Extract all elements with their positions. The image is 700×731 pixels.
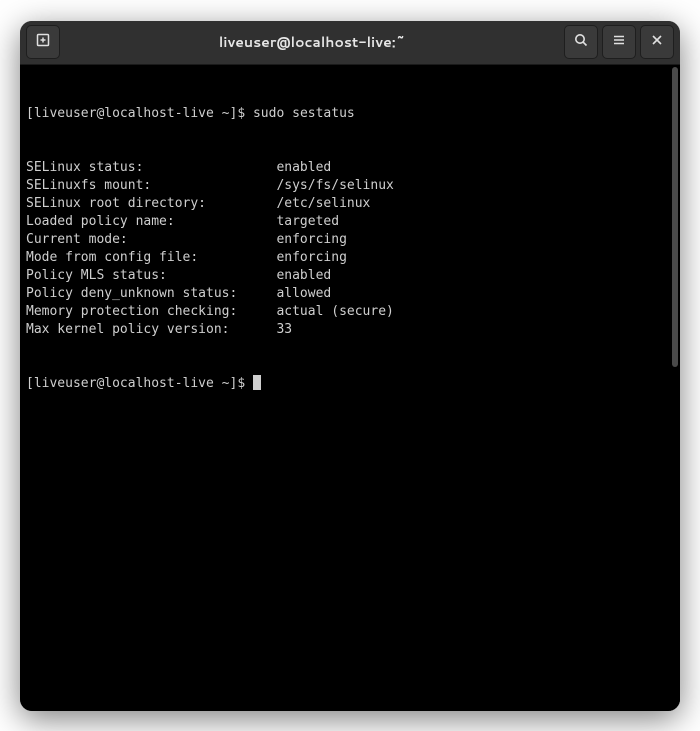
output-value: enabled (276, 268, 331, 283)
output-label: Policy deny_unknown status: (26, 286, 276, 301)
window-title: liveuser@localhost-live:~ (60, 32, 564, 52)
titlebar-right (564, 25, 674, 59)
terminal-content[interactable]: [liveuser@localhost-live ~]$ sudo sestat… (20, 65, 670, 711)
output-label: SELinuxfs mount: (26, 178, 276, 193)
search-icon (573, 32, 589, 52)
output-label: Max kernel policy version: (26, 322, 276, 337)
output-label: Memory protection checking: (26, 304, 276, 319)
prompt-line-1: [liveuser@localhost-live ~]$ sudo sestat… (26, 105, 668, 123)
output-value: /etc/selinux (276, 196, 370, 211)
output-label: Current mode: (26, 232, 276, 247)
output-row: SELinuxfs mount: /sys/fs/selinux (26, 177, 668, 195)
titlebar: liveuser@localhost-live:~ (20, 21, 680, 65)
cursor (253, 375, 261, 390)
search-button[interactable] (564, 25, 598, 59)
output-row: Policy deny_unknown status: allowed (26, 285, 668, 303)
output-value: enabled (276, 160, 331, 175)
command-output: SELinux status: enabledSELinuxfs mount: … (26, 159, 668, 339)
output-value: /sys/fs/selinux (276, 178, 393, 193)
output-row: Policy MLS status: enabled (26, 267, 668, 285)
prompt-text: [liveuser@localhost-live ~]$ (26, 106, 253, 121)
output-row: Current mode: enforcing (26, 231, 668, 249)
titlebar-left (26, 25, 60, 59)
output-value: enforcing (276, 232, 346, 247)
hamburger-icon (611, 32, 627, 52)
output-label: Policy MLS status: (26, 268, 276, 283)
output-row: Memory protection checking: actual (secu… (26, 303, 668, 321)
output-label: SELinux root directory: (26, 196, 276, 211)
output-value: targeted (276, 214, 339, 229)
menu-button[interactable] (602, 25, 636, 59)
output-value: 33 (276, 322, 292, 337)
output-row: SELinux status: enabled (26, 159, 668, 177)
prompt-text-2: [liveuser@localhost-live ~]$ (26, 376, 253, 391)
scrollbar[interactable] (670, 65, 680, 711)
output-label: Mode from config file: (26, 250, 276, 265)
close-icon (649, 32, 665, 52)
output-row: Max kernel policy version: 33 (26, 321, 668, 339)
scrollbar-thumb[interactable] (672, 67, 678, 367)
terminal-area: [liveuser@localhost-live ~]$ sudo sestat… (20, 65, 680, 711)
close-button[interactable] (640, 25, 674, 59)
output-row: Loaded policy name: targeted (26, 213, 668, 231)
output-row: Mode from config file: enforcing (26, 249, 668, 267)
command-text: sudo sestatus (253, 106, 355, 121)
output-value: enforcing (276, 250, 346, 265)
new-tab-button[interactable] (26, 25, 60, 59)
output-row: SELinux root directory: /etc/selinux (26, 195, 668, 213)
output-label: Loaded policy name: (26, 214, 276, 229)
prompt-line-2: [liveuser@localhost-live ~]$ (26, 375, 668, 393)
output-value: actual (secure) (276, 304, 393, 319)
new-tab-icon (35, 32, 51, 52)
output-value: allowed (276, 286, 331, 301)
terminal-window: liveuser@localhost-live:~ (20, 21, 680, 711)
output-label: SELinux status: (26, 160, 276, 175)
